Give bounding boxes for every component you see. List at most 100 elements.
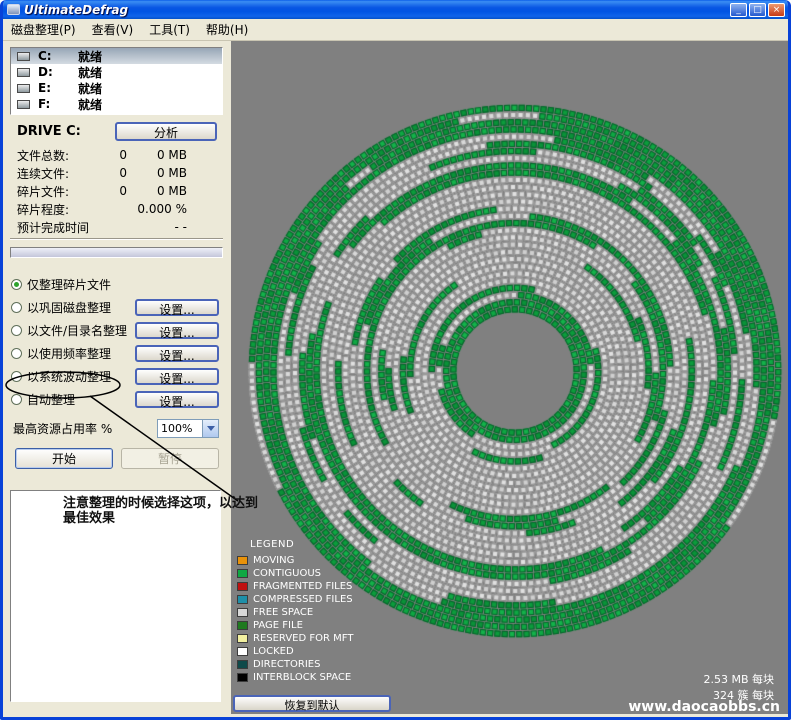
- color-swatch: [237, 673, 248, 682]
- option-by-usage[interactable]: 以使用频率整理 设置...: [3, 342, 231, 365]
- drive-stats: 文件总数: 0 0 MB 连续文件: 0 0 MB 碎片文件: 0 0 MB 碎…: [3, 146, 231, 236]
- drive-icon: [17, 84, 30, 93]
- option-auto[interactable]: 自动整理 设置...: [3, 388, 231, 411]
- drive-list: C: 就绪 D: 就绪 E: 就绪 F: 就绪: [10, 47, 223, 115]
- option-label: 自动整理: [27, 391, 135, 408]
- control-panel: C: 就绪 D: 就绪 E: 就绪 F: 就绪: [3, 41, 231, 714]
- radio-icon[interactable]: [11, 302, 22, 313]
- defrag-method-options: 仅整理碎片文件 以巩固磁盘整理 设置... 以文件/目录名整理 设置... 以使…: [3, 273, 231, 411]
- legend-label: FRAGMENTED FILES: [253, 581, 352, 592]
- resource-usage-value: 100%: [158, 422, 202, 435]
- stat-count: 0: [105, 166, 127, 180]
- drive-row-f[interactable]: F: 就绪: [11, 96, 222, 112]
- legend-label: LOCKED: [253, 646, 294, 657]
- radio-icon[interactable]: [11, 371, 22, 382]
- drive-status: 就绪: [78, 96, 102, 113]
- settings-button-filename[interactable]: 设置...: [135, 322, 219, 339]
- stat-label: 碎片文件:: [17, 183, 105, 200]
- menu-bar: 磁盘整理(P) 查看(V) 工具(T) 帮助(H): [3, 19, 788, 41]
- stat-label: 文件总数:: [17, 147, 105, 164]
- restore-default-button[interactable]: 恢复到默认: [233, 695, 391, 712]
- option-consolidate[interactable]: 以巩固磁盘整理 设置...: [3, 296, 231, 319]
- settings-button-auto[interactable]: 设置...: [135, 391, 219, 408]
- color-swatch: [237, 595, 248, 604]
- color-swatch: [237, 608, 248, 617]
- menu-disk-defrag[interactable]: 磁盘整理(P): [3, 18, 84, 41]
- legend-label: FREE SPACE: [253, 607, 313, 618]
- drive-row-c[interactable]: C: 就绪: [11, 48, 222, 64]
- legend-item-compressed: COMPRESSED FILES: [237, 593, 353, 606]
- stat-fragmented-files: 碎片文件: 0 0 MB: [17, 182, 231, 200]
- option-by-volatility[interactable]: 以系统波动整理 设置...: [3, 365, 231, 388]
- drive-row-e[interactable]: E: 就绪: [11, 80, 222, 96]
- stat-total-files: 文件总数: 0 0 MB: [17, 146, 231, 164]
- minimize-button[interactable]: _: [730, 3, 747, 17]
- chevron-down-icon[interactable]: [202, 420, 218, 437]
- analyze-button[interactable]: 分析: [115, 122, 217, 141]
- selected-drive-label: DRIVE C:: [17, 124, 115, 139]
- stat-label: 连续文件:: [17, 165, 105, 182]
- watermark: www.daocaobbs.cn: [628, 699, 780, 714]
- legend-item-fragmented: FRAGMENTED FILES: [237, 580, 353, 593]
- settings-button-usage[interactable]: 设置...: [135, 345, 219, 362]
- legend-item-moving: MOVING: [237, 554, 353, 567]
- legend-item-directories: DIRECTORIES: [237, 658, 353, 671]
- start-button[interactable]: 开始: [15, 448, 113, 469]
- drive-icon: [17, 100, 30, 109]
- stat-count: 0: [105, 148, 127, 162]
- option-label: 以巩固磁盘整理: [27, 299, 135, 316]
- drive-letter: F:: [38, 97, 78, 111]
- legend-title: LEGEND: [250, 539, 353, 550]
- close-button[interactable]: ×: [768, 3, 785, 17]
- stat-size: 0 MB: [127, 184, 187, 198]
- menu-tools[interactable]: 工具(T): [141, 18, 198, 41]
- color-swatch: [237, 647, 248, 656]
- stat-count: 0: [105, 184, 127, 198]
- legend-label: MOVING: [253, 555, 294, 566]
- color-swatch: [237, 569, 248, 578]
- radio-icon[interactable]: [11, 394, 22, 405]
- settings-button-volatility[interactable]: 设置...: [135, 368, 219, 385]
- legend-item-mft: RESERVED FOR MFT: [237, 632, 353, 645]
- window-title: UltimateDefrag: [24, 3, 730, 17]
- radio-icon[interactable]: [11, 279, 22, 290]
- divider: [10, 238, 223, 240]
- resource-usage-label: 最高资源占用率 %: [13, 420, 157, 437]
- resource-usage-select[interactable]: 100%: [157, 419, 219, 438]
- color-swatch: [237, 556, 248, 565]
- stat-fragmentation-level: 碎片程度: 0.000 %: [17, 200, 231, 218]
- main-content: C: 就绪 D: 就绪 E: 就绪 F: 就绪: [3, 41, 788, 714]
- stat-estimated-time: 预计完成时间 - -: [17, 218, 231, 236]
- stat-size: 0 MB: [127, 166, 187, 180]
- option-label: 以文件/目录名整理: [27, 322, 135, 339]
- legend-label: INTERBLOCK SPACE: [253, 672, 351, 683]
- legend-item-page-file: PAGE FILE: [237, 619, 353, 632]
- menu-help[interactable]: 帮助(H): [198, 18, 256, 41]
- pause-button[interactable]: 暂停: [121, 448, 219, 469]
- color-swatch: [237, 582, 248, 591]
- settings-button-consolidate[interactable]: 设置...: [135, 299, 219, 316]
- legend-label: RESERVED FOR MFT: [253, 633, 353, 644]
- radio-icon[interactable]: [11, 348, 22, 359]
- legend-label: PAGE FILE: [253, 620, 303, 631]
- legend-label: CONTIGUOUS: [253, 568, 321, 579]
- radio-icon[interactable]: [11, 325, 22, 336]
- stat-contiguous-files: 连续文件: 0 0 MB: [17, 164, 231, 182]
- legend-item-locked: LOCKED: [237, 645, 353, 658]
- drive-letter: C:: [38, 49, 78, 63]
- menu-view[interactable]: 查看(V): [84, 18, 142, 41]
- window-controls: _ □ ×: [730, 3, 785, 17]
- legend-item-contiguous: CONTIGUOUS: [237, 567, 353, 580]
- title-bar: UltimateDefrag _ □ ×: [3, 0, 788, 19]
- option-by-filename[interactable]: 以文件/目录名整理 设置...: [3, 319, 231, 342]
- action-buttons: 开始 暂停: [3, 448, 231, 469]
- legend-item-interblock: INTERBLOCK SPACE: [237, 671, 353, 684]
- drive-row-d[interactable]: D: 就绪: [11, 64, 222, 80]
- maximize-button[interactable]: □: [749, 3, 766, 17]
- option-fragmented-only[interactable]: 仅整理碎片文件: [3, 273, 231, 296]
- disk-view-panel: LEGEND MOVING CONTIGUOUS FRAGMENTED FILE…: [231, 41, 788, 714]
- stat-size: 0.000 %: [127, 202, 187, 216]
- drive-icon: [17, 68, 30, 77]
- drive-letter: D:: [38, 65, 78, 79]
- drive-icon: [17, 52, 30, 61]
